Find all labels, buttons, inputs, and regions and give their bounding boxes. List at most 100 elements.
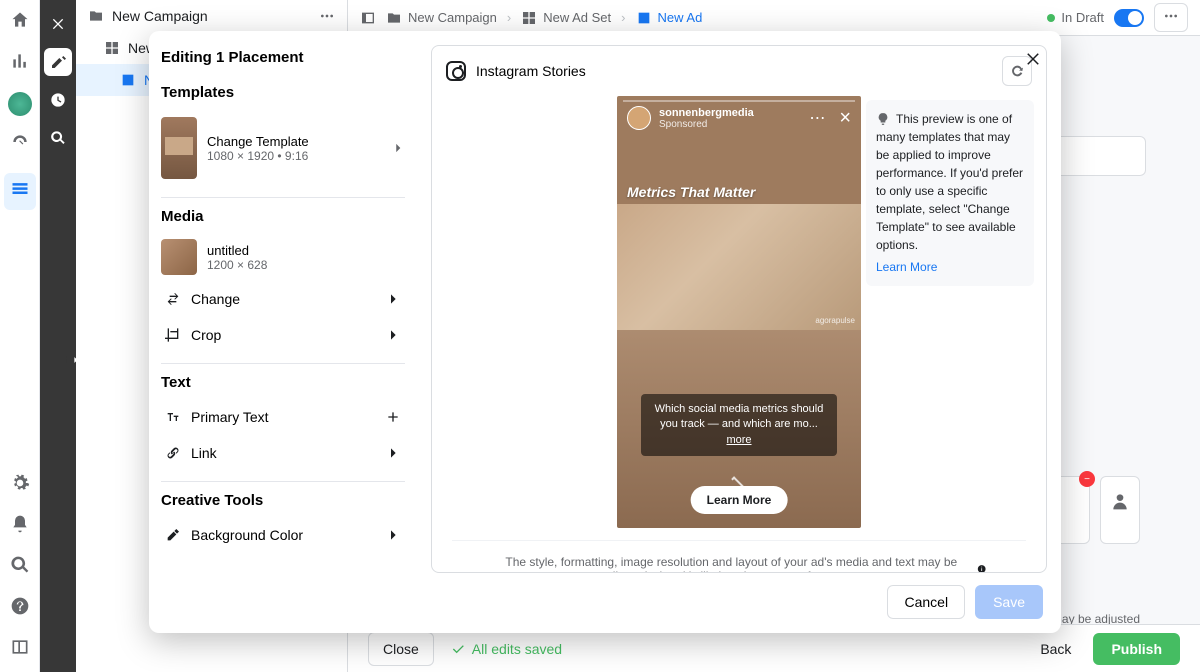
close-button[interactable]: Close: [368, 632, 434, 666]
tree-campaign-row[interactable]: New Campaign: [76, 0, 347, 32]
primary-text-row[interactable]: Primary Text: [161, 399, 405, 435]
info-icon[interactable]: [977, 562, 986, 573]
insights-icon[interactable]: [10, 51, 30, 76]
search-icon[interactable]: [10, 555, 30, 580]
bgcolor-row[interactable]: Background Color: [161, 517, 405, 553]
editor-tool-rail: [40, 0, 76, 672]
ads-table-icon[interactable]: [4, 173, 36, 210]
save-status: All edits saved: [450, 641, 562, 657]
header-more-button[interactable]: [1154, 3, 1188, 32]
templates-heading: Templates: [161, 84, 405, 101]
chevron-right-icon: ›: [621, 10, 625, 25]
footnote-text: The style, formatting, image resolution …: [492, 555, 971, 573]
ad-icon: [120, 72, 136, 88]
breadcrumb-ad[interactable]: New Ad: [636, 10, 703, 26]
story-watermark: agorapulse: [815, 316, 855, 325]
folder-icon: [386, 10, 402, 26]
media-change-row[interactable]: Change: [161, 281, 405, 317]
search-tool-button[interactable]: [44, 124, 72, 152]
tree-campaign-label: New Campaign: [112, 8, 208, 24]
bg-thumbnails: −: [1050, 476, 1140, 544]
bgcolor-label: Background Color: [191, 527, 303, 543]
media-thumbnail: [161, 239, 197, 275]
modal-title: Editing 1 Placement: [161, 49, 405, 66]
ad-icon: [636, 10, 652, 26]
folder-icon: [88, 8, 104, 24]
tools-heading: Creative Tools: [161, 492, 405, 509]
gauge-icon[interactable]: [10, 132, 30, 157]
placement-label: Instagram Stories: [476, 63, 586, 79]
bg-thumb: [1100, 476, 1140, 544]
cancel-button[interactable]: Cancel: [887, 585, 965, 619]
link-label: Link: [191, 445, 217, 461]
breadcrumb-campaign-label: New Campaign: [408, 10, 497, 25]
edit-placement-modal: Editing 1 Placement Templates Change Tem…: [149, 31, 1061, 633]
home-icon[interactable]: [10, 10, 30, 35]
media-crop-row[interactable]: Crop: [161, 317, 405, 353]
story-cta-button: Learn More: [691, 486, 788, 514]
chevron-right-icon: ›: [507, 10, 511, 25]
story-avatar: [627, 106, 651, 130]
preview-header: Instagram Stories: [432, 46, 1046, 96]
breadcrumb-ad-label: New Ad: [658, 10, 703, 25]
story-image: [617, 204, 861, 330]
publish-button[interactable]: Publish: [1093, 633, 1180, 665]
chevron-right-icon: [385, 327, 401, 343]
primary-text-label: Primary Text: [191, 409, 269, 425]
chevron-right-icon: [385, 291, 401, 307]
status-indicator: In Draft: [1047, 10, 1104, 25]
tip-learn-more-link[interactable]: Learn More: [876, 258, 1024, 276]
chevron-right-icon: [385, 445, 401, 461]
preview-footnote: The style, formatting, image resolution …: [452, 540, 1026, 573]
more-icon[interactable]: [319, 8, 335, 24]
story-caption: Which social media metrics should you tr…: [641, 394, 837, 456]
story-sponsored-label: Sponsored: [659, 119, 754, 130]
change-template-label: Change Template: [207, 134, 381, 149]
crop-icon: [165, 327, 181, 343]
more-icon: [1163, 8, 1179, 24]
notifications-icon[interactable]: [10, 514, 30, 539]
account-avatar[interactable]: [8, 92, 32, 116]
back-button[interactable]: Back: [1026, 633, 1085, 665]
media-dimensions: 1200 × 628: [207, 258, 405, 272]
panel-icon[interactable]: [10, 637, 30, 662]
settings-icon[interactable]: [10, 473, 30, 498]
story-caption-text: Which social media metrics should you tr…: [655, 403, 824, 430]
grid-icon: [104, 40, 120, 56]
media-crop-label: Crop: [191, 327, 221, 343]
chevron-right-icon: [385, 527, 401, 543]
help-icon[interactable]: [10, 596, 30, 621]
text-heading: Text: [161, 374, 405, 391]
edit-tool-button[interactable]: [44, 48, 72, 76]
close-editor-button[interactable]: [44, 10, 72, 38]
story-header: sonnenbergmedia Sponsored ⋯ ×: [617, 96, 861, 140]
eyedropper-icon: [165, 527, 181, 543]
lightbulb-icon: [876, 112, 890, 126]
link-row[interactable]: Link: [161, 435, 405, 471]
swap-icon: [165, 291, 181, 307]
ad-toggle[interactable]: [1114, 9, 1144, 27]
breadcrumb-campaign[interactable]: New Campaign: [386, 10, 497, 26]
preview-body: sonnenbergmedia Sponsored ⋯ × Metrics Th…: [432, 96, 1046, 528]
story-more-icon: ⋯: [809, 108, 825, 128]
tip-text: This preview is one of many templates th…: [876, 112, 1023, 252]
check-icon: [450, 641, 466, 657]
breadcrumb-adset-label: New Ad Set: [543, 10, 611, 25]
media-change-label: Change: [191, 291, 240, 307]
change-template-row[interactable]: Change Template 1080 × 1920 • 9:16: [161, 109, 405, 187]
template-thumbnail: [161, 117, 197, 179]
story-image-title: Metrics That Matter: [627, 184, 755, 200]
history-tool-button[interactable]: [44, 86, 72, 114]
story-preview: sonnenbergmedia Sponsored ⋯ × Metrics Th…: [617, 96, 861, 528]
panel-toggle-icon[interactable]: [360, 10, 376, 26]
status-dot-icon: [1047, 14, 1055, 22]
remove-icon: −: [1079, 471, 1095, 487]
preview-card: Instagram Stories sonnenbergmedia Sponso…: [431, 45, 1047, 573]
breadcrumb-adset[interactable]: New Ad Set: [521, 10, 611, 26]
story-username: sonnenbergmedia: [659, 107, 754, 119]
modal-close-button[interactable]: [1019, 45, 1047, 73]
save-status-label: All edits saved: [472, 641, 562, 657]
save-button[interactable]: Save: [975, 585, 1043, 619]
person-icon: [1110, 491, 1130, 511]
plus-icon: [385, 409, 401, 425]
